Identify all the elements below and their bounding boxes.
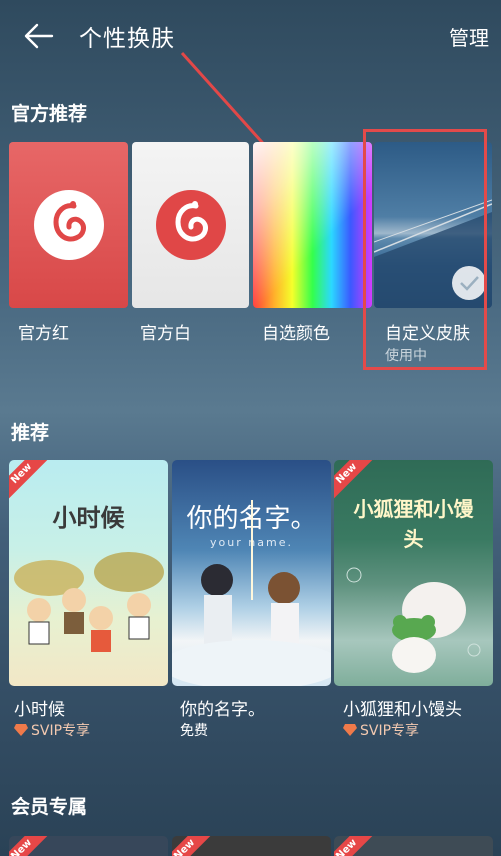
skin-official-white[interactable]	[132, 142, 249, 308]
skin-card-xiaoshihou[interactable]: New 小时候	[9, 460, 168, 686]
skin-card-fox-and-bun[interactable]: New 小狐狸和小馒头	[334, 460, 493, 686]
svip-label: SVIP专享	[343, 720, 419, 740]
skin-name: 小狐狸和小馒头	[343, 700, 462, 720]
cat-with-frog-hat-image	[346, 567, 481, 673]
svip-diamond-icon	[14, 724, 28, 736]
new-badge: New	[334, 836, 378, 856]
member-skin-card[interactable]: New	[334, 836, 493, 856]
new-badge: New	[9, 836, 53, 856]
svip-label: SVIP专享	[14, 720, 90, 740]
skin-label-white: 官方白	[140, 324, 191, 344]
skin-custom-color[interactable]	[253, 142, 372, 308]
skin-label-red: 官方红	[18, 324, 69, 344]
member-section-title: 会员专属	[11, 796, 88, 818]
anime-characters-image	[172, 500, 331, 686]
skin-card-your-name[interactable]: 你的名字。 your name.	[172, 460, 331, 686]
member-skin-card[interactable]: New	[172, 836, 331, 856]
skin-label-color: 自选颜色	[262, 324, 330, 344]
skin-official-red[interactable]	[9, 142, 128, 308]
netease-music-logo-icon	[155, 190, 226, 260]
official-section-title: 官方推荐	[11, 103, 88, 125]
new-badge: New	[172, 836, 216, 856]
free-label: 免费	[180, 723, 208, 739]
highlight-box	[363, 129, 487, 370]
svip-diamond-icon	[343, 724, 357, 736]
skin-name: 你的名字。	[180, 700, 265, 720]
skin-name: 小时候	[14, 700, 65, 720]
member-skin-card[interactable]: New	[9, 836, 168, 856]
netease-music-logo-icon	[33, 190, 104, 260]
recommend-section-title: 推荐	[11, 422, 50, 444]
cartoon-kids-image	[14, 552, 164, 652]
